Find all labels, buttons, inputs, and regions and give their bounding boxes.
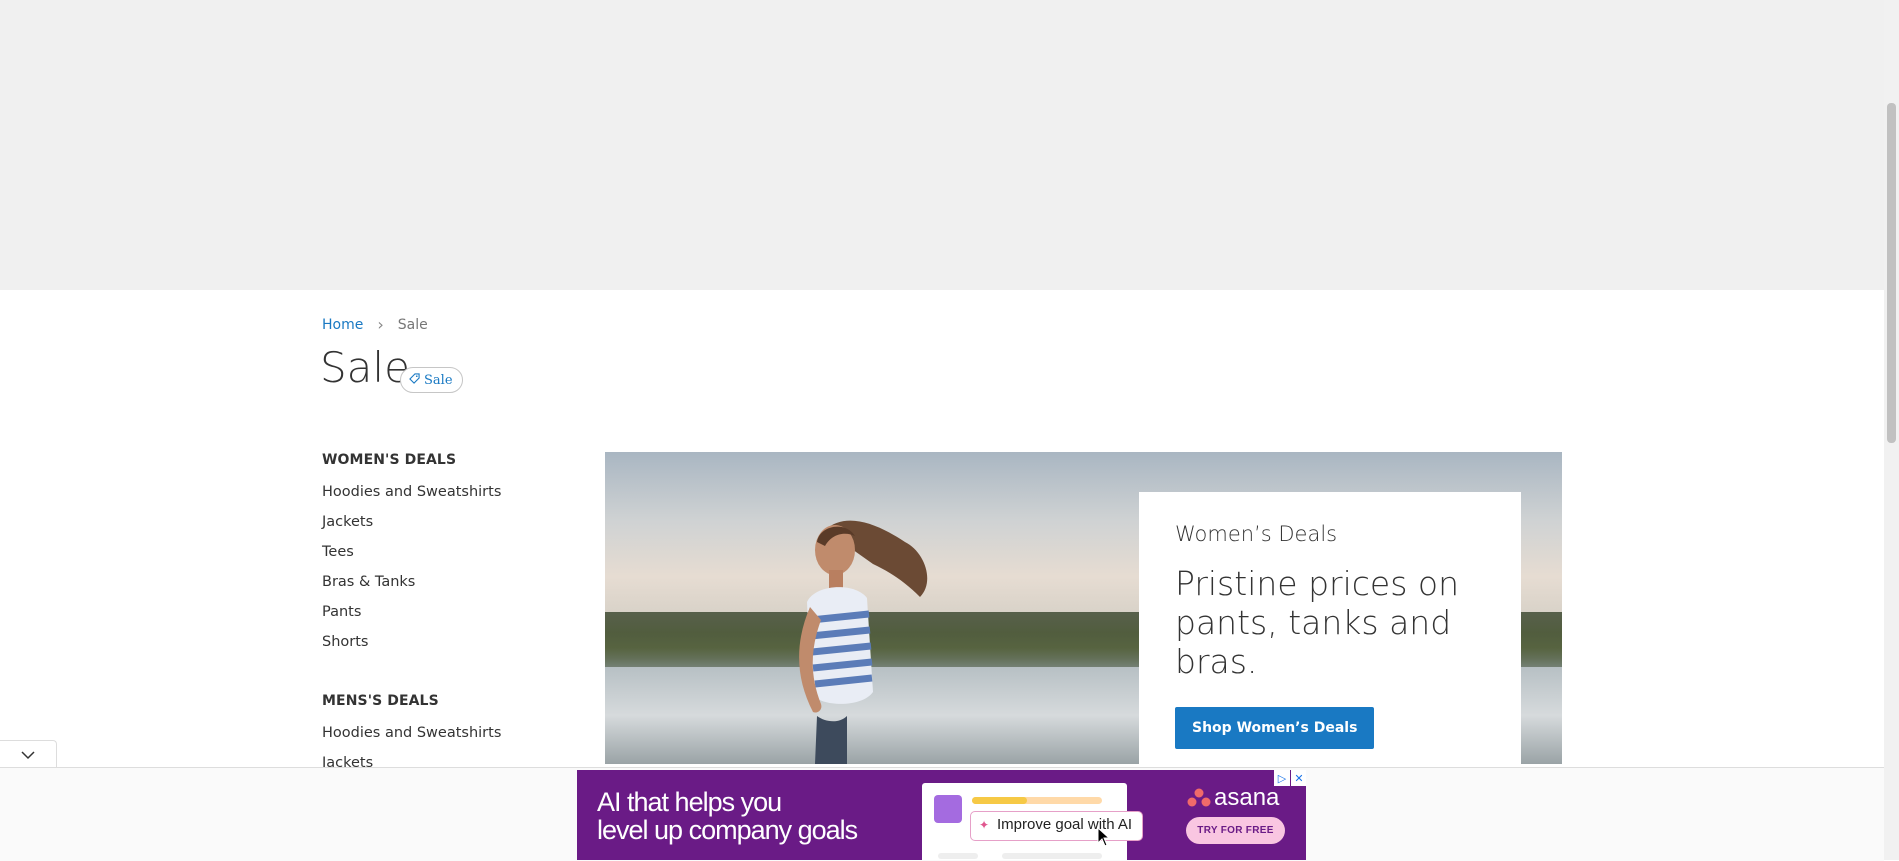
breadcrumb-home-link[interactable]: Home [322, 317, 363, 333]
sidebar-item-womens-shorts[interactable]: Shorts [322, 627, 562, 657]
sidebar-item-mens-hoodies[interactable]: Hoodies and Sweatshirts [322, 718, 562, 748]
sparkle-icon: ✦ [979, 818, 990, 832]
sidebar-item-womens-pants[interactable]: Pants [322, 597, 562, 627]
ad-collapse-toggle[interactable] [0, 740, 57, 767]
sidebar-heading-womens-deals: WOMEN'S DEALS [322, 452, 457, 468]
advertisement-banner[interactable]: AI that helps you level up company goals… [577, 770, 1306, 860]
womens-deals-hero-banner: Women’s Deals Pristine prices on pants, … [605, 452, 1562, 764]
top-banner-area [0, 0, 1884, 290]
vertical-scrollbar[interactable] [1884, 0, 1899, 860]
sidebar-item-womens-hoodies[interactable]: Hoodies and Sweatshirts [322, 477, 562, 507]
asana-logo: asana [1187, 784, 1279, 812]
ad-try-for-free-button[interactable]: TRY FOR FREE [1186, 817, 1285, 844]
sale-badge: Sale [400, 367, 463, 393]
scrollbar-thumb[interactable] [1887, 103, 1896, 443]
page-title: Sale [320, 343, 410, 392]
ad-chip-label: Improve goal with AI [997, 816, 1133, 833]
tag-icon [409, 372, 420, 388]
ad-improve-goal-chip: ✦ Improve goal with AI [970, 811, 1144, 841]
sidebar-item-womens-jackets[interactable]: Jackets [322, 507, 562, 537]
asana-dots-icon [1187, 788, 1211, 807]
breadcrumb-current: Sale [397, 316, 428, 333]
breadcrumb: Home › Sale [322, 315, 428, 334]
ad-headline: AI that helps you level up company goals [597, 787, 858, 845]
hero-subtitle: Women’s Deals [1175, 522, 1338, 546]
hero-headline: Pristine prices on pants, tanks and bras… [1175, 564, 1459, 681]
sidebar-item-womens-tees[interactable]: Tees [322, 537, 562, 567]
runner-image [799, 520, 928, 764]
ad-product-card: ✦ Improve goal with AI [922, 783, 1144, 860]
avatar-icon [934, 795, 962, 823]
sidebar-heading-mens-deals: MENS'S DEALS [322, 693, 439, 709]
hero-promo-box: Women’s Deals Pristine prices on pants, … [1139, 492, 1521, 764]
ad-headline-line1: AI that helps you [597, 787, 782, 817]
ad-choices: ▷ ✕ [1274, 770, 1306, 786]
chevron-down-icon [21, 745, 35, 764]
chevron-right-icon: › [377, 315, 384, 334]
sale-badge-label: Sale [424, 372, 453, 388]
mouse-cursor-icon [1097, 827, 1111, 847]
womens-deals-list: Hoodies and Sweatshirts Jackets Tees Bra… [322, 477, 562, 657]
sidebar-item-womens-bras-tanks[interactable]: Bras & Tanks [322, 567, 562, 597]
deals-sidebar: WOMEN'S DEALS Hoodies and Sweatshirts Ja… [322, 452, 562, 814]
ad-headline-line2: level up company goals [597, 815, 858, 845]
ad-info-icon[interactable]: ▷ [1274, 770, 1290, 786]
close-icon[interactable]: ✕ [1291, 770, 1306, 786]
ad-progress-bar [972, 797, 1102, 804]
shop-womens-deals-button[interactable]: Shop Women’s Deals [1175, 707, 1375, 749]
ad-brand-name: asana [1214, 784, 1280, 811]
